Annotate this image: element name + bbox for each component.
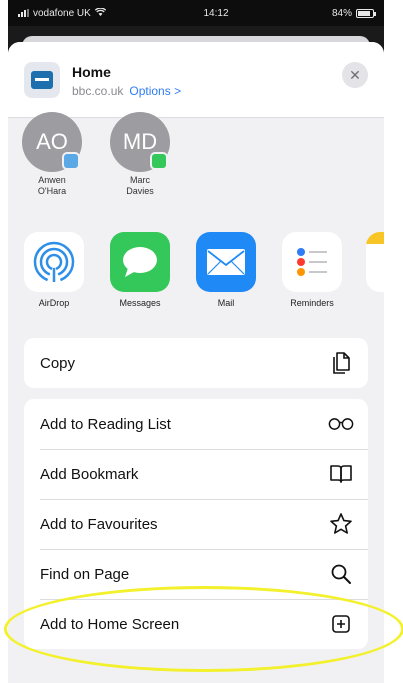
avatar: AO bbox=[22, 112, 82, 172]
action-label: Copy bbox=[40, 354, 76, 372]
share-app-airdrop[interactable]: AirDrop bbox=[22, 232, 86, 308]
action-label: Find on Page bbox=[40, 565, 130, 583]
action-copy[interactable]: Copy bbox=[24, 338, 368, 388]
options-link[interactable]: Options > bbox=[129, 84, 181, 98]
action-add-bookmark[interactable]: Add Bookmark bbox=[24, 449, 368, 499]
contact-last-name: O'Hara bbox=[37, 186, 67, 196]
page-title: Home bbox=[72, 64, 111, 80]
messages-icon bbox=[110, 232, 170, 292]
contact-name: Marc Davies bbox=[108, 175, 172, 197]
app-label: AirDrop bbox=[38, 298, 70, 308]
page-url: bbc.co.uk bbox=[72, 84, 124, 98]
book-icon bbox=[328, 461, 354, 487]
close-icon: ✕ bbox=[349, 66, 361, 83]
star-icon bbox=[328, 511, 354, 537]
action-add-to-favourites[interactable]: Add to Favourites bbox=[24, 499, 368, 549]
highlight-ellipse bbox=[4, 586, 403, 672]
signal-icon bbox=[18, 9, 29, 17]
app-label: Messages bbox=[119, 298, 161, 308]
action-group-copy: Copy bbox=[24, 338, 368, 388]
contact-marc[interactable]: MD Marc Davies bbox=[108, 112, 172, 197]
share-app-reminders[interactable]: Reminders bbox=[280, 232, 344, 308]
action-add-to-reading-list[interactable]: Add to Reading List bbox=[24, 399, 368, 449]
avatar-initials: AO bbox=[36, 129, 68, 154]
clock: 14:12 bbox=[203, 7, 229, 19]
avatar-initials: MD bbox=[122, 129, 158, 154]
reminders-icon bbox=[282, 232, 342, 292]
action-label: Add to Reading List bbox=[40, 415, 171, 433]
share-sheet-header: Home bbc.co.uk Options > ✕ bbox=[8, 42, 384, 118]
avatar: MD bbox=[110, 112, 170, 172]
carrier-group: vodafone UK bbox=[18, 6, 158, 19]
messages-badge-icon bbox=[150, 152, 168, 170]
battery-icon bbox=[356, 8, 376, 18]
contact-first-name: Marc bbox=[130, 175, 150, 185]
magnifier-icon bbox=[328, 561, 354, 587]
contact-last-name: Davies bbox=[126, 186, 154, 196]
copy-icon bbox=[328, 350, 354, 376]
site-favicon-icon bbox=[24, 62, 60, 98]
share-app-messages[interactable]: Messages bbox=[108, 232, 172, 308]
carrier-label: vodafone UK bbox=[33, 7, 91, 19]
wifi-icon bbox=[94, 6, 106, 19]
glasses-icon bbox=[328, 411, 354, 437]
status-bar: vodafone UK 14:12 84% bbox=[8, 0, 384, 26]
battery-percent: 84% bbox=[331, 7, 352, 19]
app-label: Mail bbox=[217, 298, 235, 308]
contact-first-name: Anwen bbox=[38, 175, 66, 185]
page-url-row: bbc.co.uk Options > bbox=[72, 84, 181, 98]
airdrop-icon bbox=[24, 232, 84, 292]
action-label: Add Bookmark bbox=[40, 465, 139, 483]
action-label: Add to Favourites bbox=[40, 515, 158, 533]
mail-icon bbox=[196, 232, 256, 292]
contact-name: Anwen O'Hara bbox=[20, 175, 84, 197]
share-app-mail[interactable]: Mail bbox=[194, 232, 258, 308]
contact-anwen[interactable]: AO Anwen O'Hara bbox=[20, 112, 84, 197]
notes-icon bbox=[366, 232, 384, 292]
app-label: Reminders bbox=[290, 298, 334, 308]
share-app-notes-partial[interactable] bbox=[366, 232, 384, 292]
close-button[interactable]: ✕ bbox=[342, 62, 368, 88]
battery-group: 84% bbox=[294, 7, 376, 19]
airdrop-badge-icon bbox=[62, 152, 80, 170]
